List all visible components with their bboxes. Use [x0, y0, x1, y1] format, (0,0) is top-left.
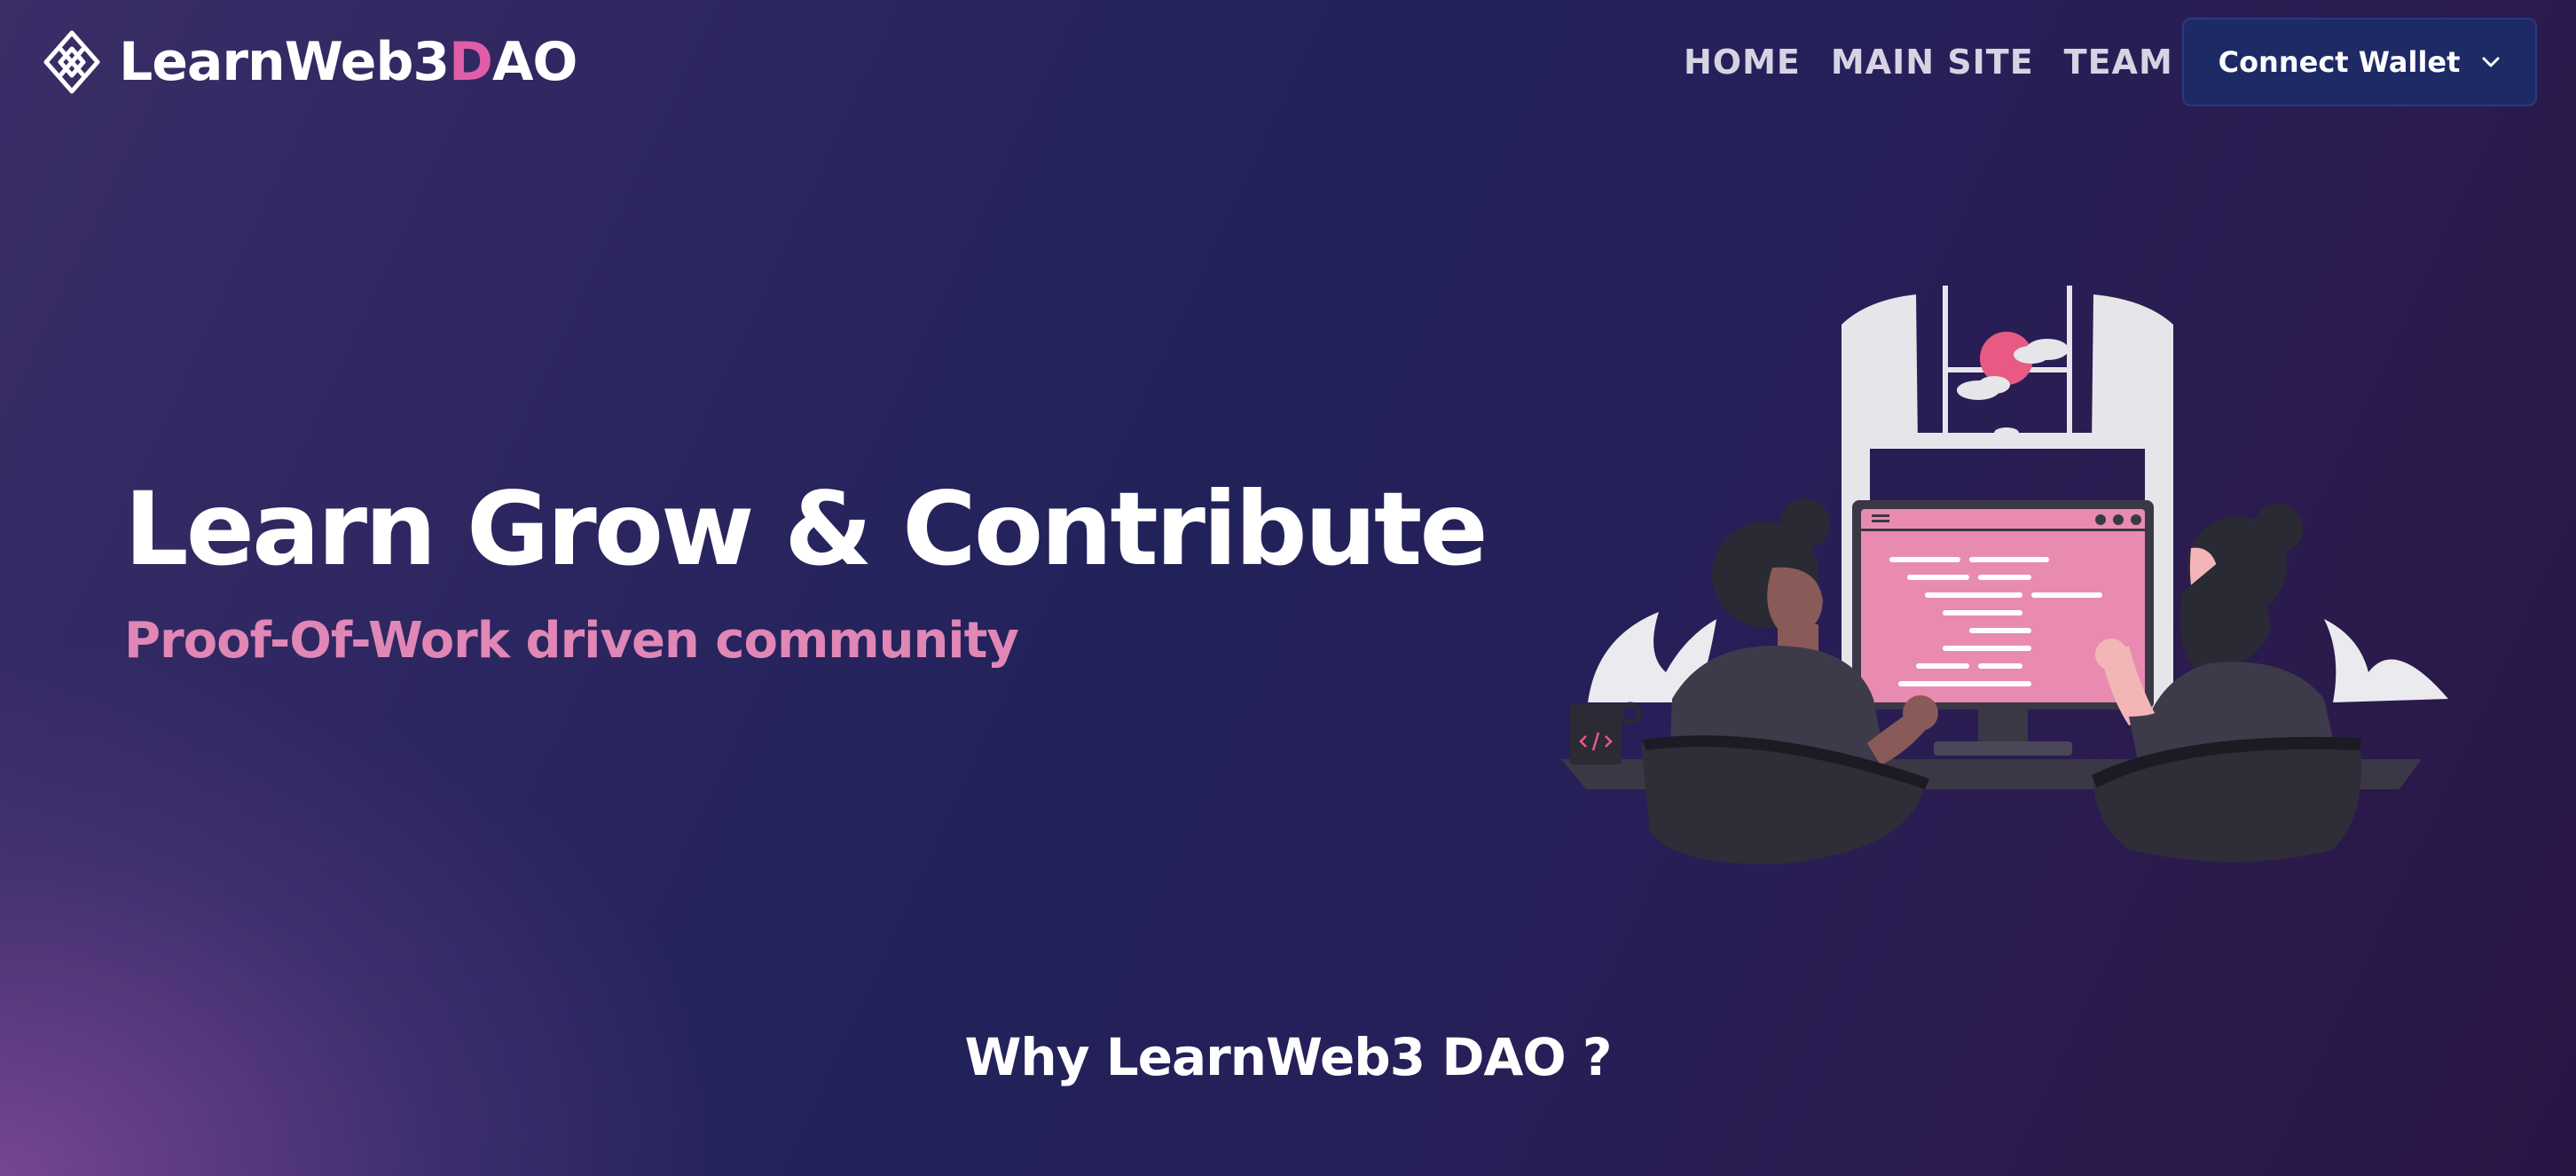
logo-text-accent: D — [449, 31, 493, 93]
plant-right — [2324, 619, 2448, 702]
main-nav: HOME MAIN SITE TEAM — [1684, 35, 2173, 89]
nav-link-team[interactable]: TEAM — [2064, 43, 2173, 82]
connect-wallet-button[interactable]: Connect Wallet — [2182, 18, 2537, 106]
connect-wallet-label: Connect Wallet — [2218, 45, 2461, 79]
logo-text-main: LearnWeb3 — [119, 31, 450, 93]
hero-subtitle: Proof-Of-Work driven community — [124, 612, 1019, 670]
chevron-down-icon — [2482, 57, 2500, 67]
chair-right — [2093, 740, 2361, 862]
why-section-heading: Why LearnWeb3 DAO ? — [964, 1027, 1612, 1087]
logo[interactable]: LearnWeb3DAO — [43, 27, 577, 98]
learnweb3-logo-icon — [43, 30, 100, 94]
logo-text: LearnWeb3DAO — [119, 31, 577, 93]
mug — [1570, 702, 1642, 764]
logo-text-tail: AO — [491, 31, 577, 93]
monitor — [1852, 500, 2154, 756]
nav-link-home[interactable]: HOME — [1684, 43, 1801, 82]
developers-illustration — [1561, 286, 2448, 865]
hero-title: Learn Grow & Contribute — [124, 470, 1488, 588]
nav-link-main-site[interactable]: MAIN SITE — [1831, 43, 2034, 82]
